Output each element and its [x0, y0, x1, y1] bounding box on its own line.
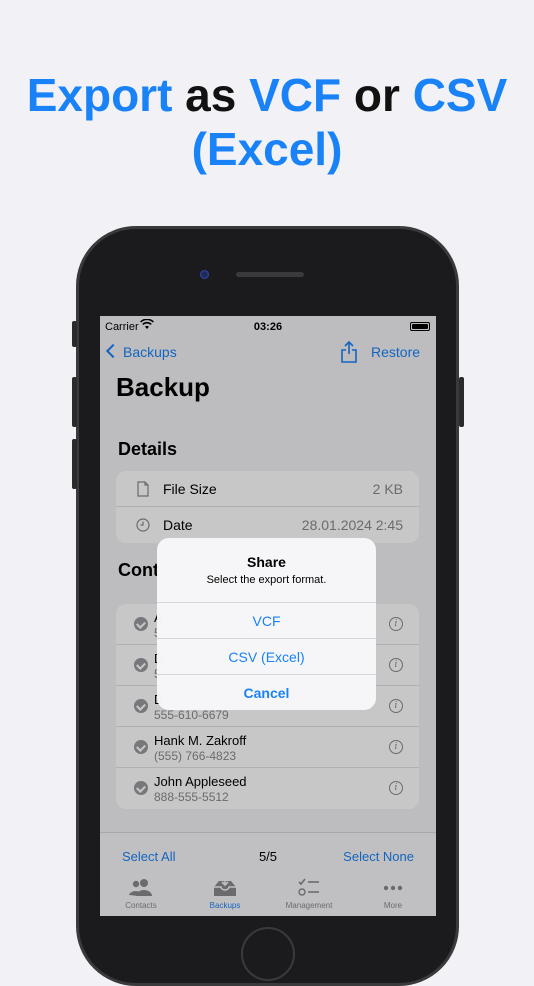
power-button — [459, 377, 464, 427]
earpiece-speaker — [236, 272, 304, 277]
volume-down-button — [72, 439, 77, 489]
alert-title: Share — [247, 554, 286, 570]
alert-message: Select the export format. — [206, 574, 327, 586]
headline: Export as VCF or CSV (Excel) — [0, 68, 534, 176]
headline-export: Export — [26, 69, 173, 121]
cancel-button[interactable]: Cancel — [157, 674, 376, 710]
app-screen: Carrier 03:26 Backups Restore Backup Det… — [100, 316, 436, 916]
csv-excel-button[interactable]: CSV (Excel) — [157, 638, 376, 674]
home-button — [241, 927, 295, 981]
front-camera — [200, 270, 209, 279]
headline-excel: (Excel) — [191, 123, 343, 175]
headline-csv: CSV — [412, 69, 508, 121]
volume-up-button — [72, 377, 77, 427]
headline-as: as — [172, 69, 250, 121]
share-alert: Share Select the export format. VCF CSV … — [157, 538, 376, 710]
headline-vcf: VCF — [249, 69, 342, 121]
mute-switch — [72, 321, 77, 347]
vcf-button[interactable]: VCF — [157, 602, 376, 638]
headline-or: or — [341, 69, 413, 121]
phone-frame: Carrier 03:26 Backups Restore Backup Det… — [72, 226, 464, 986]
